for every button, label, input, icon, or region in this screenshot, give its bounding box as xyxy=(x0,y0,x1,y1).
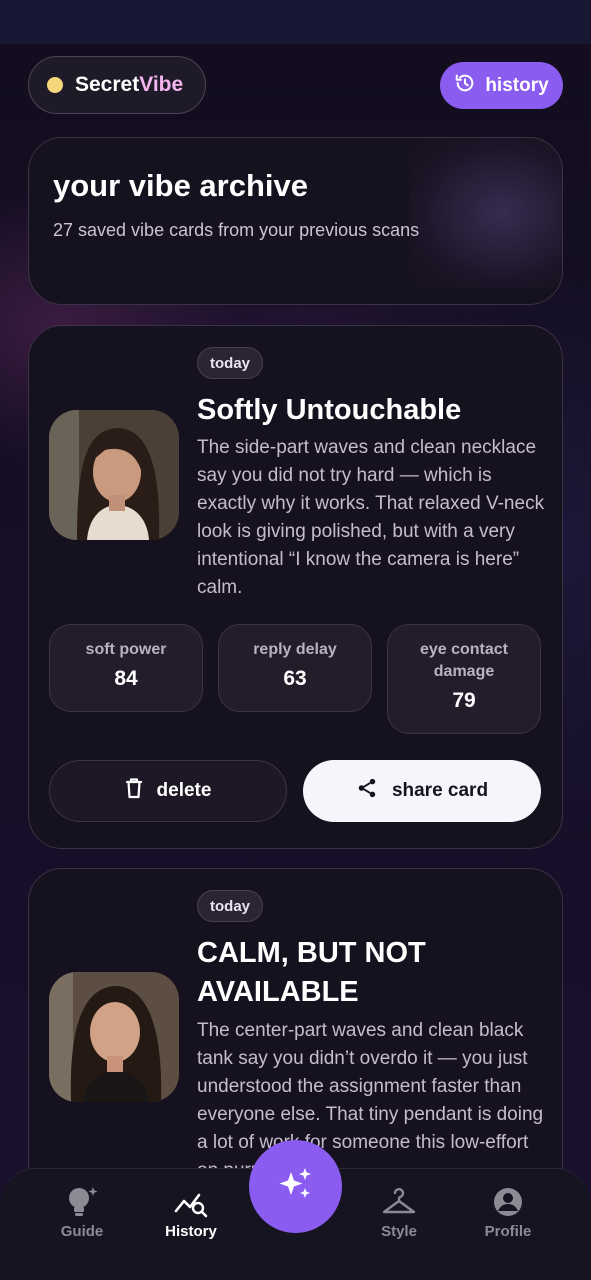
stat-label: reply delay xyxy=(253,641,337,658)
nav-item-style[interactable]: Style xyxy=(349,1185,449,1240)
stat-label: eye contact damage xyxy=(419,641,509,680)
user-photo xyxy=(49,410,179,540)
nav-item-guide[interactable]: Guide xyxy=(32,1185,132,1240)
archive-subtitle: 27 saved vibe cards from your previous s… xyxy=(53,220,420,240)
vibe-card-title: Softly Untouchable xyxy=(197,394,462,426)
share-card-button-label: share card xyxy=(391,780,489,801)
vibe-card[interactable]: today Softly Untouchable The side-part w… xyxy=(28,325,563,849)
nav-label: History xyxy=(165,1223,217,1240)
vibe-card-title: CALM, BUT NOT AVAILABLE xyxy=(197,937,426,1008)
sparkles-icon xyxy=(276,1164,316,1209)
stat-value: 79 xyxy=(452,689,476,712)
date-badge: today xyxy=(197,347,264,379)
scan-fab-button[interactable] xyxy=(249,1140,342,1233)
stat-reply-delay: reply delay 63 xyxy=(218,624,372,712)
user-photo xyxy=(49,972,179,1102)
archive-glow-decoration xyxy=(409,138,562,288)
stat-value: 84 xyxy=(114,667,138,690)
share-icon xyxy=(356,777,378,805)
history-button[interactable]: history xyxy=(440,62,563,109)
nav-item-profile[interactable]: Profile xyxy=(458,1185,558,1240)
share-card-button[interactable]: share card xyxy=(303,760,541,822)
chart-search-icon xyxy=(141,1185,241,1219)
stat-soft-power: soft power 84 xyxy=(49,624,203,712)
status-dot xyxy=(47,77,63,93)
nav-label: Profile xyxy=(484,1223,532,1240)
date-badge: today xyxy=(197,890,264,922)
stat-value: 63 xyxy=(283,667,307,690)
stat-label: soft power xyxy=(85,641,167,658)
hanger-icon xyxy=(349,1185,449,1219)
delete-button-label: delete xyxy=(156,780,212,801)
history-button-label: history xyxy=(485,74,549,96)
brand-name-accent: Vibe xyxy=(139,73,184,96)
lightbulb-sparkle-icon xyxy=(32,1185,132,1219)
trash-icon xyxy=(125,777,143,805)
brand-name-primary: Secret xyxy=(75,73,140,96)
history-icon xyxy=(454,72,476,100)
nav-label: Style xyxy=(381,1223,417,1240)
archive-title: your vibe archive xyxy=(53,168,309,203)
account-circle-icon xyxy=(458,1185,558,1219)
nav-item-history[interactable]: History xyxy=(141,1185,241,1240)
vibe-card-description: The side-part waves and clean necklace s… xyxy=(197,437,545,598)
delete-button[interactable]: delete xyxy=(49,760,287,822)
nav-label: Guide xyxy=(60,1223,104,1240)
vibe-card-description: The center-part waves and clean black ta… xyxy=(197,1020,544,1181)
status-bar xyxy=(0,0,591,44)
archive-summary-card: your vibe archive 27 saved vibe cards fr… xyxy=(28,137,563,305)
stat-eye-contact-damage: eye contact damage 79 xyxy=(387,624,541,734)
brand-logo: Secret Vibe xyxy=(28,56,206,114)
